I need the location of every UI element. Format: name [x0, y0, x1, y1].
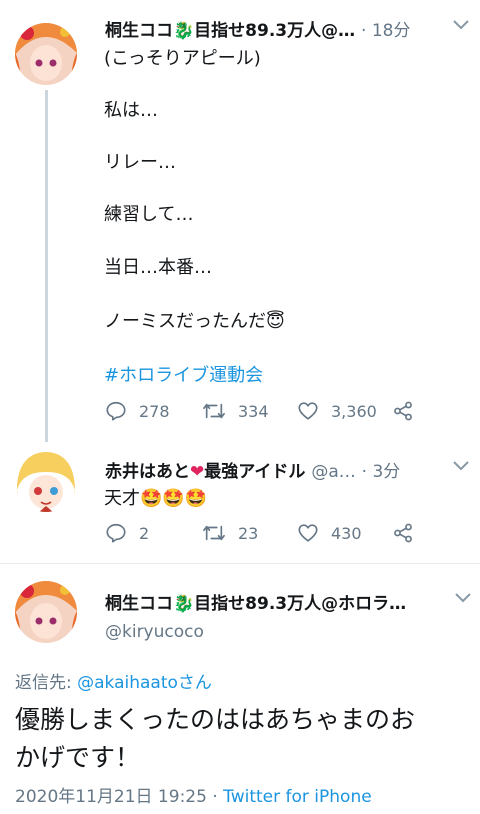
dragon-emoji: 🐉 — [173, 21, 195, 41]
reply-icon — [106, 523, 126, 543]
divider — [0, 563, 480, 564]
dragon-emoji: 🐉 — [173, 594, 195, 614]
reply-count: 278 — [139, 401, 170, 421]
reply-to: 返信先: @akaihaatoさん — [15, 673, 212, 693]
thread-line — [45, 90, 48, 442]
tweet1-line-2: 私は… — [104, 100, 158, 121]
tweet1-author[interactable]: 桐生ココ🐉目指せ89.3万人@… · 18分 — [105, 16, 411, 41]
like-icon — [298, 402, 318, 420]
reply-button[interactable]: 2 — [105, 522, 149, 544]
tweet2-handle: @a… — [311, 462, 356, 482]
reply-to-user-link[interactable]: @akaihaatoさん — [77, 673, 212, 693]
like-count: 430 — [331, 523, 362, 543]
reply-icon — [106, 401, 126, 421]
avatar-akai-haato[interactable] — [15, 450, 77, 512]
tweet1-time: · 18分 — [361, 21, 411, 41]
reply-count: 2 — [139, 523, 150, 543]
share-icon — [394, 401, 412, 421]
main-tweet-text-line2: かげです！ — [15, 743, 141, 772]
retweet-count: 23 — [238, 523, 259, 543]
retweet-icon — [203, 403, 225, 419]
client-link[interactable]: Twitter for iPhone — [223, 787, 372, 807]
avatar-kiryu-coco[interactable] — [15, 581, 77, 643]
tweet2-text: 天才🤩🤩🤩 — [104, 488, 208, 509]
tweet2-author[interactable]: 赤井はあと❤最強アイドル @a… · 3分 — [105, 457, 400, 482]
tweet1-line-4: 練習して… — [104, 204, 194, 225]
retweet-button[interactable]: 334 — [202, 400, 269, 422]
main-tweet-handle[interactable]: @kiryucoco — [105, 622, 204, 642]
tweet2-time: · 3分 — [361, 462, 401, 482]
tweet1-line-1: (こっそりアピール) — [104, 48, 261, 69]
reply-button[interactable]: 278 — [105, 400, 170, 422]
chevron-down-icon[interactable] — [453, 461, 469, 471]
halo-emoji: 😇 — [266, 311, 285, 332]
like-button[interactable]: 3,360 — [297, 400, 377, 422]
retweet-icon — [203, 525, 225, 541]
tweet1-line-5: 当日…本番… — [104, 257, 212, 278]
retweet-button[interactable]: 23 — [202, 522, 258, 544]
tweet1-line-3: リレー… — [104, 152, 176, 173]
heart-emoji: ❤ — [190, 462, 205, 482]
chevron-down-icon[interactable] — [453, 20, 469, 30]
share-icon — [394, 523, 412, 543]
star-struck-emoji: 🤩🤩🤩 — [140, 488, 208, 509]
tweet1-line-6: ノーミスだったんだ😇 — [104, 311, 285, 332]
chevron-down-icon[interactable] — [455, 593, 471, 603]
like-button[interactable]: 430 — [297, 522, 362, 544]
retweet-count: 334 — [238, 401, 269, 421]
main-tweet-timestamp: 2020年11月21日 19:25 · — [15, 787, 218, 807]
avatar-kiryu-coco[interactable] — [15, 23, 77, 85]
hashtag-link[interactable]: #ホロライブ運動会 — [104, 361, 263, 387]
like-icon — [298, 524, 318, 542]
share-button[interactable] — [392, 400, 426, 422]
main-tweet-author[interactable]: 桐生ココ🐉目指せ89.3万人@ホロラ… — [105, 589, 406, 614]
main-tweet-text-line1: 優勝しまくったのははあちゃまのお — [15, 705, 416, 734]
main-tweet-timestamp-row: 2020年11月21日 19:25 · Twitter for iPhone — [15, 782, 372, 807]
share-button[interactable] — [392, 522, 426, 544]
like-count: 3,360 — [331, 401, 377, 421]
